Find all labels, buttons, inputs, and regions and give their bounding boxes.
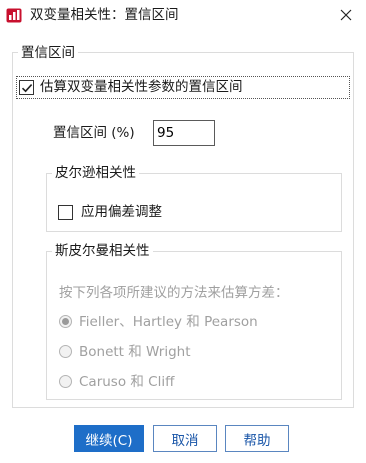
cancel-button[interactable]: 取消 xyxy=(153,425,217,452)
variance-method-radio-fieller[interactable] xyxy=(59,315,72,328)
variance-method-label-bonett: Bonett 和 Wright xyxy=(79,344,191,360)
close-icon xyxy=(340,9,352,21)
bias-adjust-checkbox[interactable] xyxy=(58,205,73,220)
continue-button-label: 继续(C) xyxy=(85,432,133,449)
bias-adjust-label: 应用偏差调整 xyxy=(81,204,162,220)
app-icon xyxy=(6,7,23,24)
ci-level-input[interactable] xyxy=(153,120,215,146)
ci-group-legend: 置信区间 xyxy=(18,44,78,62)
spearman-prompt: 按下列各项所建议的方法来估算方差： xyxy=(59,285,289,301)
ci-level-label: 置信区间 (%) xyxy=(53,125,135,141)
variance-method-radio-bonett[interactable] xyxy=(59,345,72,358)
cancel-button-label: 取消 xyxy=(171,432,199,449)
estimate-ci-label: 估算双变量相关性参数的置信区间 xyxy=(40,79,243,95)
spearman-group-legend: 斯皮尔曼相关性 xyxy=(52,242,153,260)
close-button[interactable] xyxy=(334,3,358,27)
estimate-ci-checkbox[interactable] xyxy=(19,80,34,95)
help-button-label: 帮助 xyxy=(243,432,271,449)
variance-method-label-caruso: Caruso 和 Cliff xyxy=(79,374,175,390)
pearson-group-legend: 皮尔逊相关性 xyxy=(52,164,139,182)
checkmark-icon xyxy=(21,83,32,92)
variance-method-label-fieller: Fieller、Hartley 和 Pearson xyxy=(79,314,258,330)
variance-method-radio-caruso[interactable] xyxy=(59,375,72,388)
window-title: 双变量相关性：置信区间 xyxy=(30,7,179,23)
help-button[interactable]: 帮助 xyxy=(225,425,289,452)
continue-button[interactable]: 继续(C) xyxy=(74,425,144,452)
